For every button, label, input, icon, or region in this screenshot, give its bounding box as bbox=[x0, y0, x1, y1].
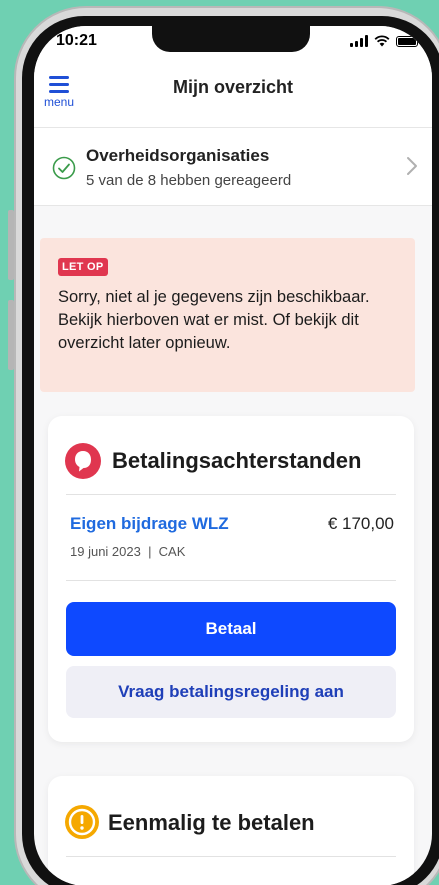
one-off-payment-title: Eenmalig te betalen bbox=[108, 810, 315, 835]
exclamation-circle-icon bbox=[65, 805, 99, 839]
alert-message: Sorry, niet al je gegevens zijn beschikb… bbox=[58, 288, 370, 352]
app-header: menu Mijn overzicht bbox=[34, 62, 432, 128]
arrears-card: Betalingsachterstanden Eigen bijdrage WL… bbox=[48, 416, 414, 742]
volume-button bbox=[8, 300, 14, 370]
arrears-title: Betalingsachterstanden bbox=[112, 448, 362, 473]
arrears-item-title-link[interactable]: Eigen bijdrage WLZ bbox=[70, 514, 229, 534]
check-circle-icon bbox=[52, 156, 76, 180]
page-title: Mijn overzicht bbox=[172, 77, 293, 97]
warning-alert: LET OP Sorry, niet al je gegevens zijn b… bbox=[40, 238, 415, 392]
one-off-payment-card: Eenmalig te betalen bbox=[48, 776, 414, 885]
status-bar: 10:21 bbox=[34, 26, 432, 62]
arrears-item-amount: € 170,00 bbox=[327, 514, 394, 533]
pay-button[interactable]: Betaal bbox=[66, 602, 396, 656]
divider bbox=[66, 856, 396, 857]
divider bbox=[66, 580, 396, 581]
arrears-item-meta: 19 juni 2023 | CAK bbox=[70, 544, 186, 559]
organisations-title: Overheidsorganisaties bbox=[86, 146, 270, 165]
battery-icon bbox=[396, 35, 421, 47]
phone-screen: 10:21 menu Mijn overzicht Overheidsorgan… bbox=[34, 26, 432, 885]
status-time: 10:21 bbox=[56, 32, 97, 49]
payment-arrangement-button[interactable]: Vraag betalingsregeling aan bbox=[66, 666, 396, 718]
wifi-icon bbox=[374, 35, 390, 47]
warning-badge: LET OP bbox=[58, 258, 108, 276]
organisations-subtitle: 5 van de 8 hebben gereageerd bbox=[86, 172, 292, 189]
status-icons bbox=[350, 35, 421, 47]
volume-button bbox=[8, 210, 14, 280]
chevron-right-icon bbox=[407, 157, 417, 175]
signal-icon bbox=[350, 35, 368, 47]
divider bbox=[66, 494, 396, 495]
organisations-row[interactable]: Overheidsorganisaties 5 van de 8 hebben … bbox=[34, 128, 432, 206]
camera-notch bbox=[152, 26, 310, 52]
alert-bubble-icon bbox=[65, 443, 101, 479]
